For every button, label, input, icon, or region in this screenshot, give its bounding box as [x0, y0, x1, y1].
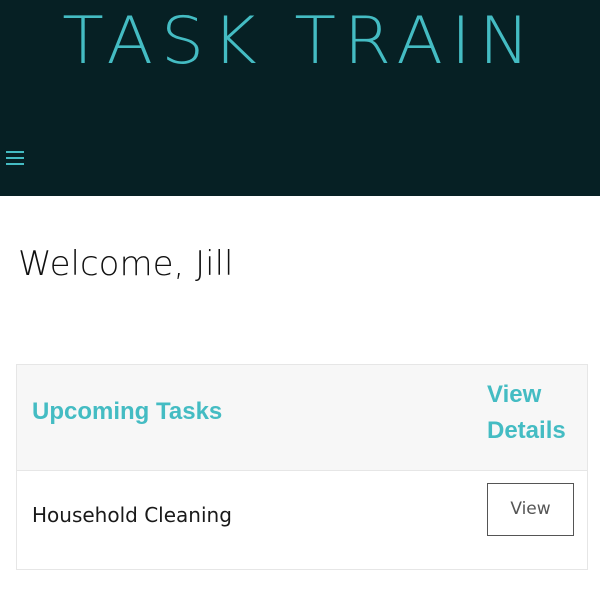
- menu-bar-top: [6, 151, 24, 153]
- task-name: Household Cleaning: [32, 503, 232, 527]
- app-header: Task Train: [0, 0, 600, 196]
- hamburger-menu-icon[interactable]: [6, 148, 26, 166]
- menu-bar-bottom: [6, 163, 24, 165]
- view-details-link[interactable]: View Details: [487, 377, 583, 449]
- task-row: Household Cleaning View: [17, 471, 587, 569]
- upcoming-tasks-card: Upcoming Tasks View Details Household Cl…: [16, 364, 588, 570]
- menu-bar-middle: [6, 157, 24, 159]
- view-task-button[interactable]: View: [487, 483, 574, 536]
- card-title: Upcoming Tasks: [32, 398, 223, 425]
- page-title: Welcome, Jill: [18, 244, 234, 284]
- brand-logo[interactable]: Task Train: [0, 5, 600, 79]
- card-header: Upcoming Tasks View Details: [17, 365, 587, 471]
